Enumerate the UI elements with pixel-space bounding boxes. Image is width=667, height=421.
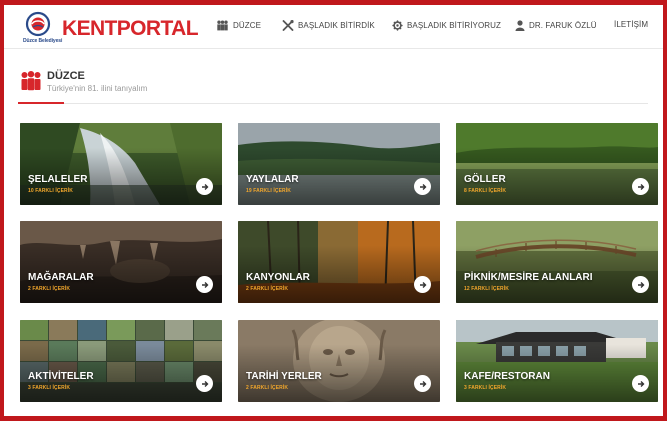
logo-word-kent: KENT xyxy=(62,17,117,40)
card-arrow-button[interactable] xyxy=(414,375,431,392)
card-arrow-button[interactable] xyxy=(414,276,431,293)
category-card-kanyonlar[interactable]: KANYONLAR 2 FARKLI İÇERİK xyxy=(238,221,440,303)
logo-wordmark: KENTPORTAL xyxy=(62,17,199,41)
nav-item-basladik-bitiriyoruz[interactable]: BAŞLADIK BİTİRİYORUZ xyxy=(392,20,501,31)
arrow-right-icon xyxy=(419,183,426,190)
arrow-right-icon xyxy=(419,281,426,288)
card-count: 2 FARKLI İÇERİK xyxy=(246,286,289,292)
category-card-tarihi-yerler[interactable]: TARİHİ YERLER 2 FARKLI İÇERİK xyxy=(238,320,440,402)
category-card-yaylalar[interactable]: YAYLALAR 19 FARKLI İÇERİK xyxy=(238,123,440,205)
arrow-right-icon xyxy=(201,183,208,190)
category-card-goller[interactable]: GÖLLER 8 FARKLI İÇERİK xyxy=(456,123,658,205)
nav-item-duzce[interactable]: DÜZCE xyxy=(216,20,261,31)
section-title: DÜZCE xyxy=(47,70,85,82)
card-arrow-button[interactable] xyxy=(632,375,649,392)
card-arrow-button[interactable] xyxy=(196,276,213,293)
card-title: YAYLALAR xyxy=(246,174,299,185)
card-count: 3 FARKLI İÇERİK xyxy=(464,385,507,391)
person-icon xyxy=(515,20,525,31)
logo-subtitle: Düzce Belediyesi xyxy=(23,38,63,44)
card-title: ŞELALELER xyxy=(28,174,88,185)
category-card-aktiviteler[interactable]: AKTİVİTELER 3 FARKLI İÇERİK xyxy=(20,320,222,402)
category-card-piknik[interactable]: PİKNİK/MESİRE ALANLARI 12 FARKLI İÇERİK xyxy=(456,221,658,303)
category-card-selaleler[interactable]: ŞELALELER 10 FARKLI İÇERİK xyxy=(20,123,222,205)
arrow-right-icon xyxy=(201,380,208,387)
nav-label: DÜZCE xyxy=(233,21,262,30)
people-icon xyxy=(217,20,228,31)
arrow-right-icon xyxy=(637,281,644,288)
card-arrow-button[interactable] xyxy=(196,178,213,195)
category-card-magaralar[interactable]: MAĞARALAR 2 FARKLI İÇERİK xyxy=(20,221,222,303)
card-arrow-button[interactable] xyxy=(414,178,431,195)
arrow-right-icon xyxy=(637,380,644,387)
nav-label: DR. FARUK ÖZLÜ xyxy=(529,21,597,30)
nav-label: BAŞLADIK BİTİRDİK xyxy=(298,21,375,30)
card-count: 10 FARKLI İÇERİK xyxy=(28,188,73,194)
nav-item-basladik-bitirdik[interactable]: BAŞLADIK BİTİRDİK xyxy=(282,20,375,31)
card-title: KAFE/RESTORAN xyxy=(464,371,550,382)
top-header: Düzce Belediyesi KENTPORTAL DÜZCE BAŞLAD… xyxy=(4,5,663,49)
logo-word-portal: PORTAL xyxy=(116,17,199,40)
card-count: 8 FARKLI İÇERİK xyxy=(464,188,507,194)
card-title: MAĞARALAR xyxy=(28,272,94,283)
site-logo[interactable]: Düzce Belediyesi KENTPORTAL xyxy=(22,11,199,45)
arrow-right-icon xyxy=(201,281,208,288)
nav-label: BAŞLADIK BİTİRİYORUZ xyxy=(407,21,502,30)
card-count: 3 FARKLI İÇERİK xyxy=(28,385,71,391)
arrow-right-icon xyxy=(637,183,644,190)
category-card-kafe-restoran[interactable]: KAFE/RESTORAN 3 FARKLI İÇERİK xyxy=(456,320,658,402)
section-divider-accent xyxy=(18,102,64,104)
section-header: DÜZCE Türkiye'nin 81. ilini tanıyalım xyxy=(18,69,648,109)
card-arrow-button[interactable] xyxy=(632,178,649,195)
card-title: GÖLLER xyxy=(464,174,506,185)
card-arrow-button[interactable] xyxy=(632,276,649,293)
card-count: 12 FARKLI İÇERİK xyxy=(464,286,509,292)
nav-item-iletisim[interactable]: İLETİŞİM xyxy=(614,20,648,29)
card-arrow-button[interactable] xyxy=(196,375,213,392)
card-count: 2 FARKLI İÇERİK xyxy=(246,385,289,391)
people-icon xyxy=(21,71,41,91)
card-count: 2 FARKLI İÇERİK xyxy=(28,286,71,292)
section-subtitle: Türkiye'nin 81. ilini tanıyalım xyxy=(47,84,148,93)
card-title: PİKNİK/MESİRE ALANLARI xyxy=(464,272,593,283)
card-title: AKTİVİTELER xyxy=(28,371,94,382)
gear-icon xyxy=(392,20,403,31)
arrow-right-icon xyxy=(419,380,426,387)
card-count: 19 FARKLI İÇERİK xyxy=(246,188,291,194)
card-title: TARİHİ YERLER xyxy=(246,371,322,382)
tools-icon xyxy=(282,20,294,31)
nav-item-faruk-ozlu[interactable]: DR. FARUK ÖZLÜ xyxy=(515,20,597,31)
card-title: KANYONLAR xyxy=(246,272,310,283)
nav-label: İLETİŞİM xyxy=(614,20,649,29)
section-divider xyxy=(18,103,648,104)
